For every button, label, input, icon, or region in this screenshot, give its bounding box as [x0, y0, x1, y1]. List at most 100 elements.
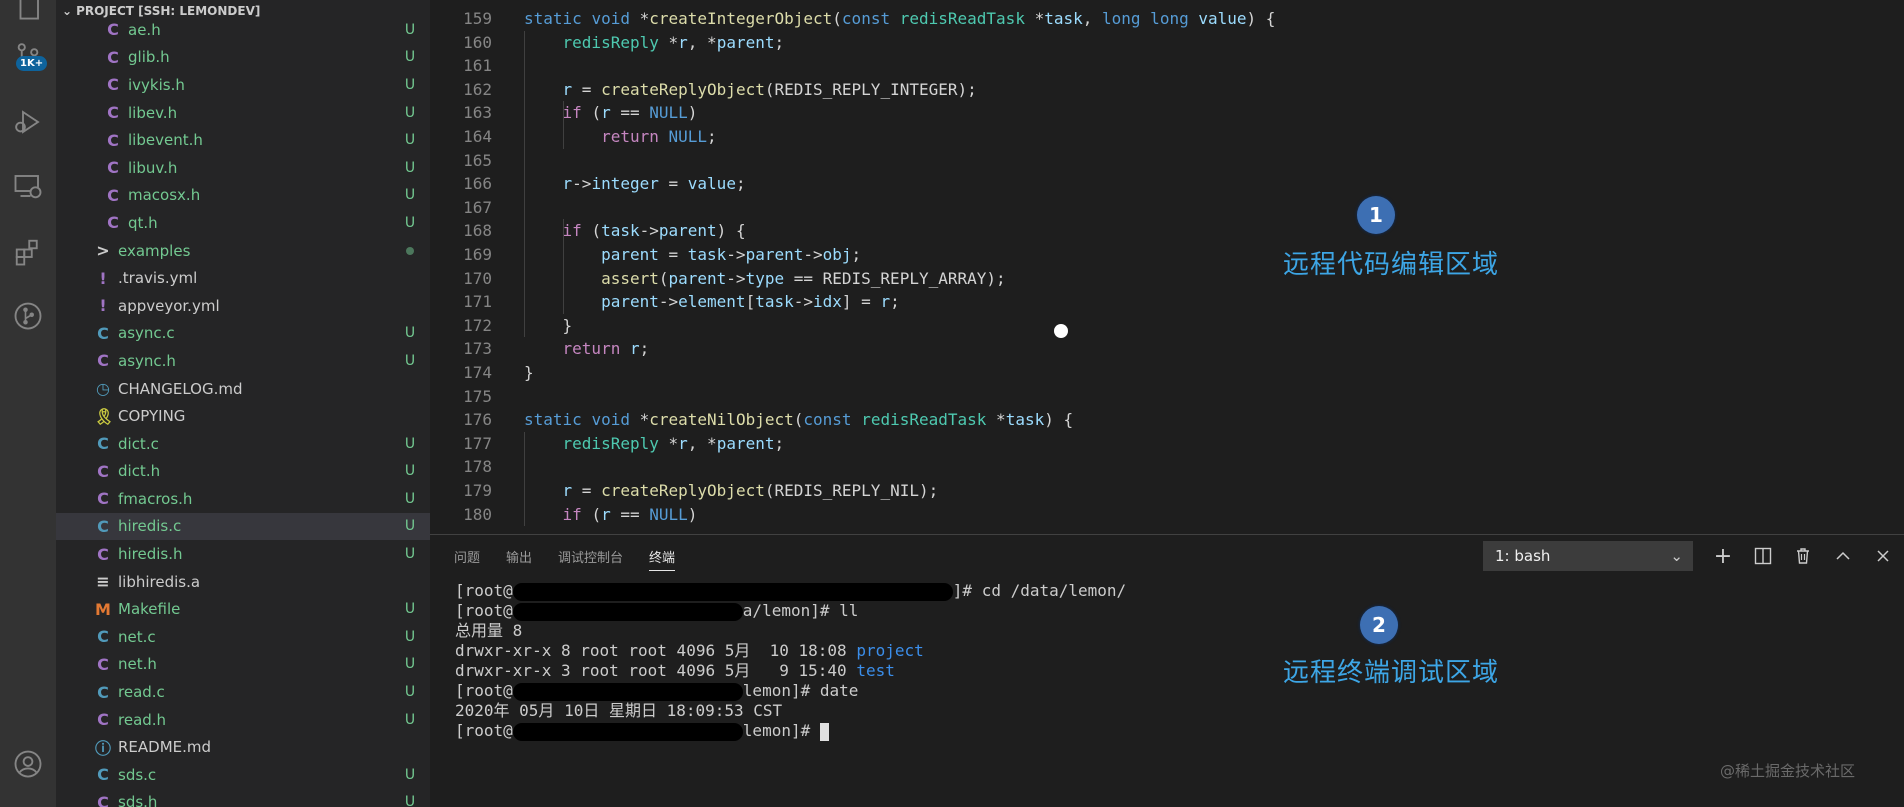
code-line[interactable]: 168 if (task->parent) { [430, 219, 1780, 243]
file-item[interactable]: Cmacosx.h U [56, 182, 430, 210]
file-item[interactable]: Chiredis.h U [56, 540, 430, 568]
line-number: 172 [463, 315, 492, 335]
file-item[interactable]: Casync.c U [56, 320, 430, 348]
code-line[interactable]: 179 r = createReplyObject(REDIS_REPLY_NI… [430, 479, 1780, 503]
terminal-line: [root@ lemon]# [455, 721, 1126, 741]
file-item[interactable]: ! appveyor.yml [56, 292, 430, 320]
file-item[interactable]: Chiredis.c U [56, 512, 430, 541]
file-name: macosx.h [128, 186, 201, 205]
line-number: 177 [463, 433, 492, 453]
code-line[interactable]: 163 if (r == NULL) [430, 101, 1780, 125]
run-debug-icon[interactable] [8, 102, 48, 142]
file-item[interactable]: Civykis.h U [56, 71, 430, 99]
terminal-output[interactable]: [root@]# cd /data/lemon/[root@ a/lemon]# … [455, 581, 1126, 741]
new-terminal-icon[interactable]: + [1710, 541, 1736, 571]
code-editor[interactable]: 159 static void *createIntegerObject(cons… [430, 0, 1904, 534]
maximize-panel-icon[interactable] [1830, 541, 1856, 571]
terminal-line: drwxr-xr-x 8 root root 4096 5月 10 18:08 … [455, 641, 924, 660]
file-item[interactable]: Clibev.h U [56, 99, 430, 127]
file-item[interactable]: Casync.h U [56, 347, 430, 375]
close-panel-icon[interactable] [1870, 541, 1896, 571]
panel-tab[interactable]: 终端 [649, 547, 676, 571]
code-line[interactable]: 173 return r; [430, 337, 1780, 361]
code-line[interactable]: 175 [430, 385, 1780, 409]
git-status: U [404, 601, 416, 618]
file-type-icon: C [97, 323, 109, 343]
code-line[interactable]: 164 return NULL; [430, 125, 1780, 149]
file-item[interactable]: Cae.h U [56, 16, 430, 44]
code-text: if (r == NULL) [562, 504, 698, 524]
git-status: U [404, 518, 416, 535]
file-name: ivykis.h [128, 75, 185, 94]
trash-icon[interactable] [1790, 541, 1816, 571]
code-line[interactable]: 180 if (r == NULL) [430, 503, 1780, 527]
git-graph-icon[interactable] [8, 296, 48, 336]
file-item[interactable]: Cqt.h U [56, 209, 430, 237]
git-status: U [404, 656, 416, 673]
file-item[interactable]: Clibevent.h U [56, 126, 430, 154]
file-name: async.c [118, 324, 175, 343]
file-item[interactable]: ⓘ README.md [56, 733, 430, 761]
code-line[interactable]: 161 [430, 54, 1780, 78]
remote-explorer-icon[interactable] [8, 166, 48, 206]
file-item[interactable]: > examples [56, 237, 430, 265]
file-item[interactable]: Csds.c U [56, 761, 430, 789]
file-item[interactable]: Cnet.h U [56, 651, 430, 679]
git-status: U [404, 187, 416, 204]
file-item[interactable]: Cread.c U [56, 678, 430, 706]
code-line[interactable]: 169 parent = task->parent->obj; [430, 243, 1780, 267]
panel-tab[interactable]: 输出 [506, 547, 532, 571]
git-status: U [404, 214, 416, 231]
code-line[interactable]: 170 assert(parent->type == REDIS_REPLY_A… [430, 267, 1780, 291]
code-line[interactable]: 174} [430, 361, 1780, 385]
file-item[interactable]: Clibuv.h U [56, 154, 430, 182]
file-type-icon: C [107, 103, 119, 123]
code-line[interactable]: 177 redisReply *r, *parent; [430, 432, 1780, 456]
code-line[interactable]: 165 [430, 149, 1780, 173]
file-type-icon: C [107, 213, 119, 233]
file-item[interactable]: M Makefile U [56, 595, 430, 623]
annotation-label-1: 远程代码编辑区域 [1283, 250, 1500, 280]
code-text: } [562, 315, 573, 335]
file-item[interactable]: Cread.h U [56, 706, 430, 734]
file-item[interactable]: Cdict.h U [56, 458, 430, 486]
code-line[interactable]: 176 static void *createNilObject(const re… [430, 408, 1780, 432]
file-item[interactable]: Cnet.c U [56, 623, 430, 651]
code-line[interactable]: 166 r->integer = value; [430, 172, 1780, 196]
code-line[interactable]: 160 redisReply *r, *parent; [430, 31, 1780, 55]
mouse-pointer-dot [1054, 324, 1068, 338]
code-text: parent->element[task->idx] = r; [601, 292, 900, 312]
line-number: 162 [463, 79, 492, 99]
files-icon[interactable] [8, 0, 48, 26]
terminal-line: [root@]# cd /data/lemon/ [455, 581, 1127, 601]
file-type-icon: C [107, 158, 119, 178]
file-item[interactable]: 🎗 COPYING [56, 402, 430, 430]
file-item[interactable]: Cdict.c U [56, 430, 430, 458]
code-text: static void *createIntegerObject(const r… [524, 9, 1276, 28]
file-item[interactable]: Cglib.h U [56, 44, 430, 72]
split-terminal-icon[interactable] [1750, 541, 1776, 571]
file-item[interactable]: Cfmacros.h U [56, 485, 430, 513]
file-item[interactable]: ≡ libhiredis.a [56, 568, 430, 596]
extensions-icon[interactable] [8, 232, 48, 272]
git-status: U [404, 104, 416, 121]
code-line[interactable]: 159 static void *createIntegerObject(cons… [430, 7, 1780, 31]
code-line[interactable]: 178 [430, 455, 1780, 479]
file-item[interactable]: ◷ CHANGELOG.md [56, 375, 430, 403]
code-line[interactable]: 167 [430, 196, 1780, 220]
panel-tab[interactable]: 调试控制台 [558, 547, 623, 571]
file-item[interactable]: ! .travis.yml [56, 264, 430, 292]
terminal-cursor [819, 722, 829, 741]
code-line[interactable]: 172 } [430, 314, 1780, 338]
account-icon[interactable] [8, 744, 48, 784]
terminal-select[interactable]: 1: bash ⌄ [1483, 541, 1693, 571]
file-type-icon: ◷ [96, 379, 110, 399]
file-item[interactable]: Csds.h U [56, 789, 430, 807]
terminal-line: 2020年 05月 10日 星期日 18:09:53 CST [455, 701, 783, 720]
panel-tab[interactable]: 问题 [454, 547, 480, 571]
code-text: redisReply *r, *parent; [562, 433, 785, 453]
git-status: U [404, 684, 416, 701]
code-line[interactable]: 162 r = createReplyObject(REDIS_REPLY_IN… [430, 78, 1780, 102]
code-line[interactable]: 171 parent->element[task->idx] = r; [430, 290, 1780, 314]
